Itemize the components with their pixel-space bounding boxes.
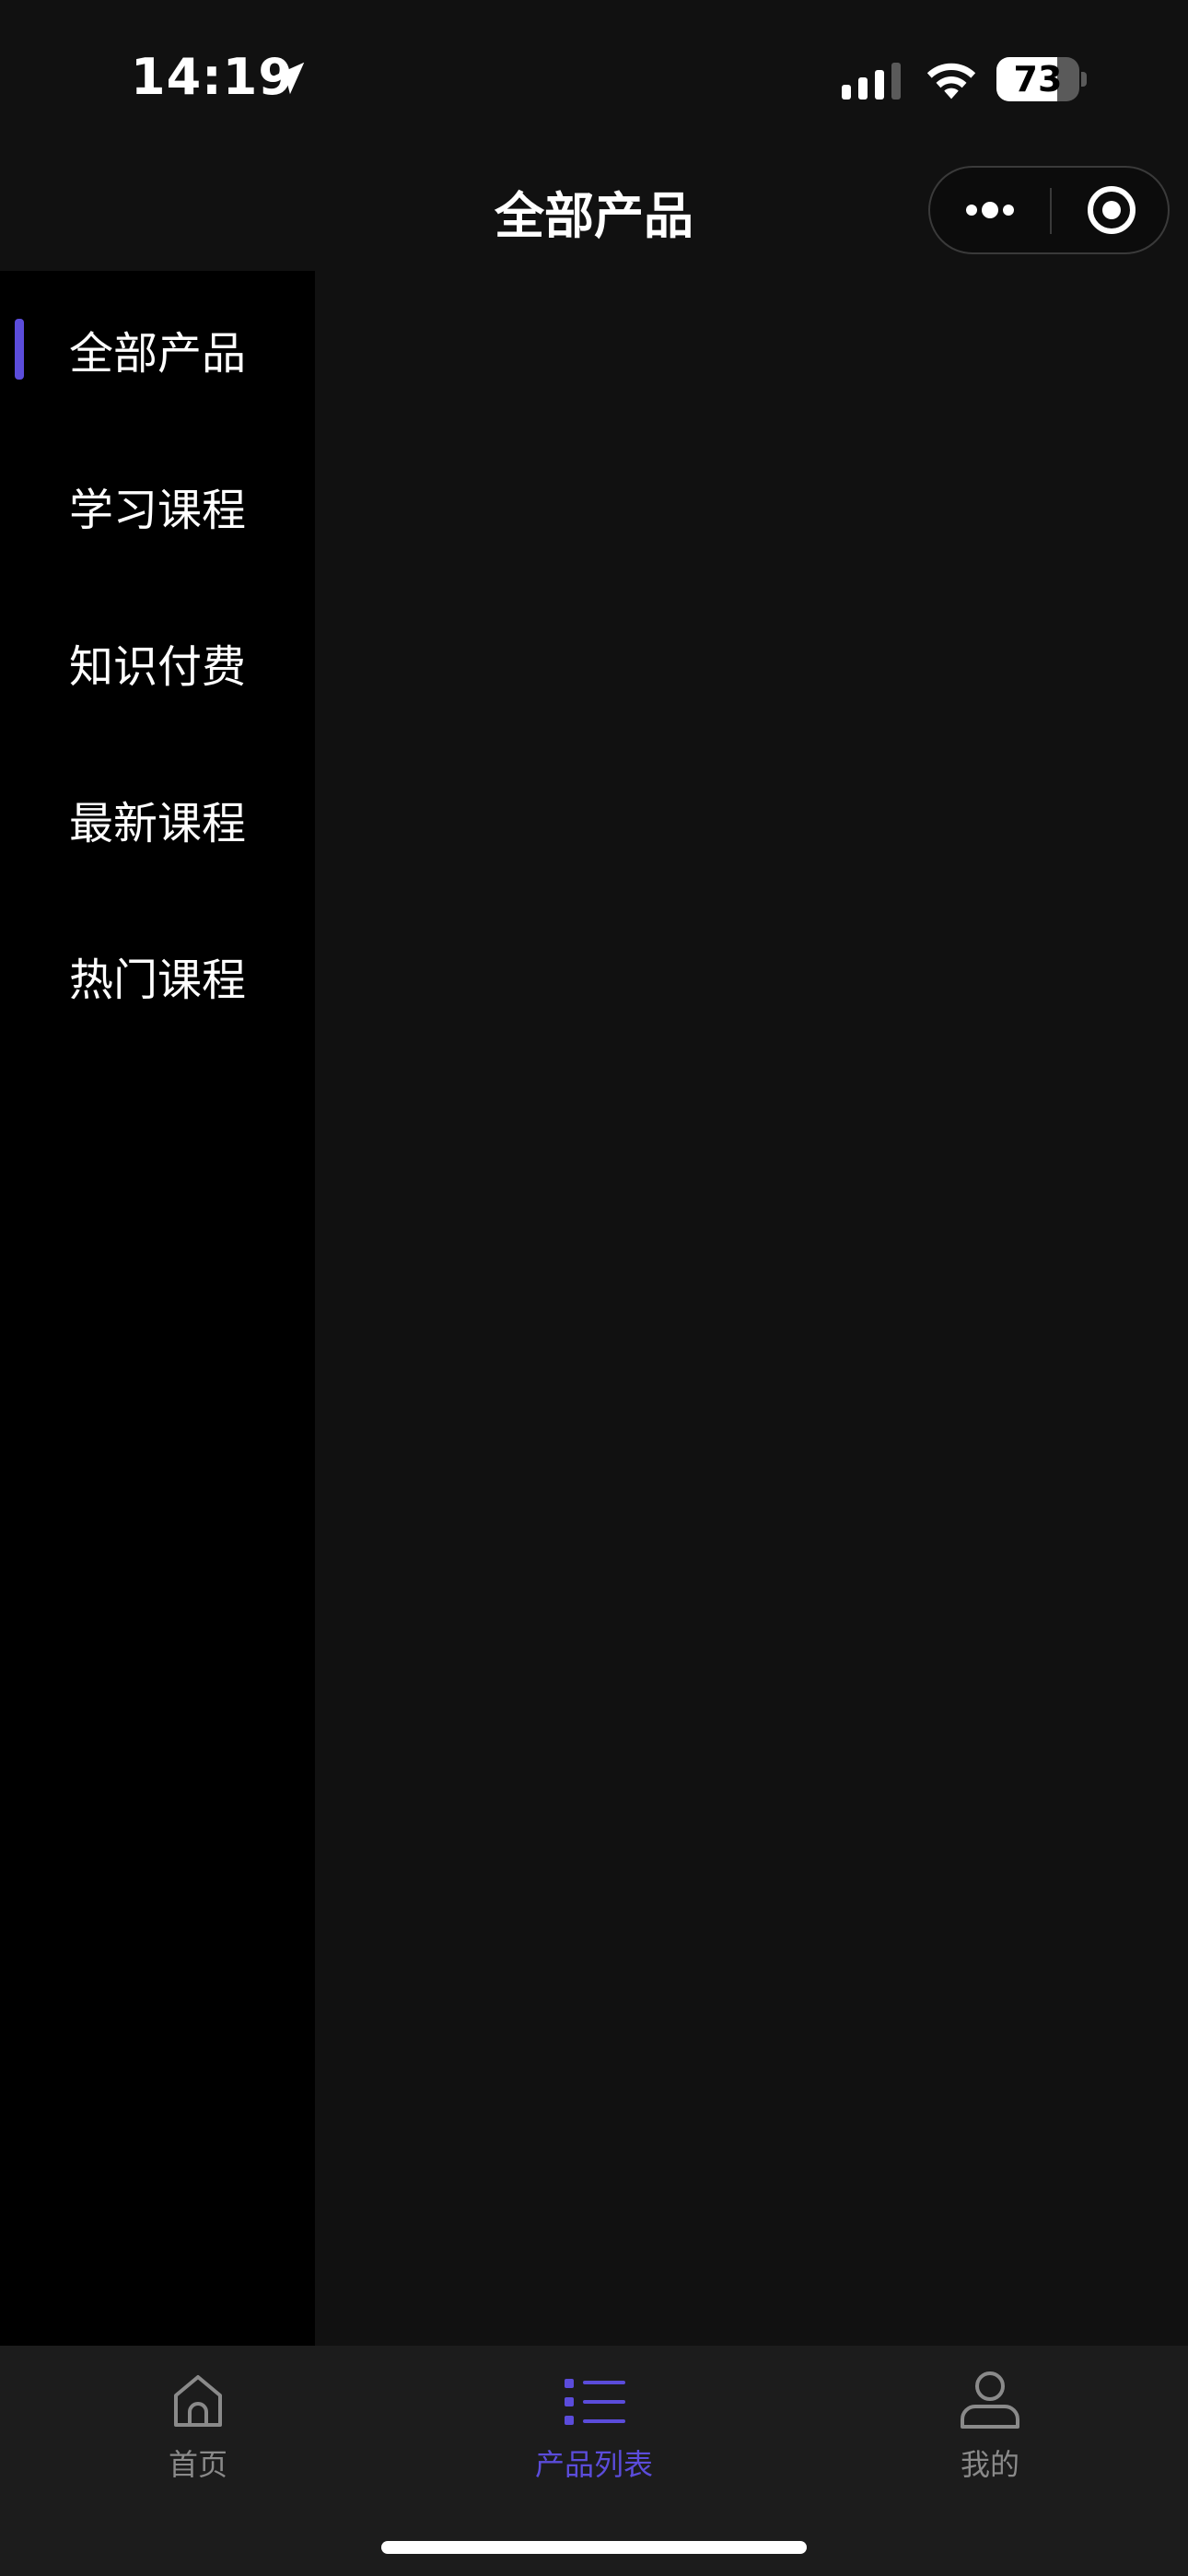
close-target-icon[interactable]	[1052, 168, 1171, 252]
sidebar-item-label: 全部产品	[68, 328, 246, 380]
home-icon	[174, 2375, 222, 2427]
cellular-signal-icon	[842, 63, 901, 100]
sidebar-item-study-courses[interactable]: 学习课程	[0, 427, 315, 584]
tab-mine[interactable]: 我的	[792, 2346, 1188, 2502]
sidebar-item-newest-courses[interactable]: 最新课程	[0, 741, 315, 897]
sidebar-item-all-products[interactable]: 全部产品	[0, 271, 315, 427]
category-sidebar: 全部产品 学习课程 知识付费 最新课程 热门课程	[0, 271, 315, 2346]
active-indicator	[15, 319, 24, 380]
product-content-area	[315, 271, 1188, 2346]
more-dots-icon[interactable]	[930, 168, 1050, 252]
tab-home[interactable]: 首页	[0, 2346, 396, 2502]
sidebar-item-label: 热门课程	[68, 954, 246, 1006]
sidebar-item-label: 最新课程	[68, 798, 246, 849]
sidebar-item-paid-knowledge[interactable]: 知识付费	[0, 584, 315, 741]
tab-label: 产品列表	[534, 2447, 653, 2482]
user-icon	[961, 2371, 1019, 2429]
sidebar-item-label: 学习课程	[68, 485, 246, 536]
battery-level: 73	[1013, 59, 1063, 100]
wifi-icon	[926, 63, 976, 100]
sidebar-item-popular-courses[interactable]: 热门课程	[0, 897, 315, 1054]
tab-label: 首页	[168, 2447, 227, 2482]
tab-product-list[interactable]: 产品列表	[396, 2346, 792, 2502]
battery-body: 73	[996, 57, 1079, 101]
battery-cap	[1081, 72, 1087, 87]
mini-program-capsule	[928, 166, 1170, 254]
tab-label: 我的	[960, 2447, 1019, 2482]
sidebar-item-label: 知识付费	[68, 641, 246, 693]
location-arrow-icon	[272, 62, 305, 95]
home-indicator	[381, 2541, 807, 2554]
list-icon	[565, 2379, 625, 2425]
battery-icon: 73	[996, 57, 1087, 101]
status-bar: 14:19 73	[0, 0, 1188, 157]
